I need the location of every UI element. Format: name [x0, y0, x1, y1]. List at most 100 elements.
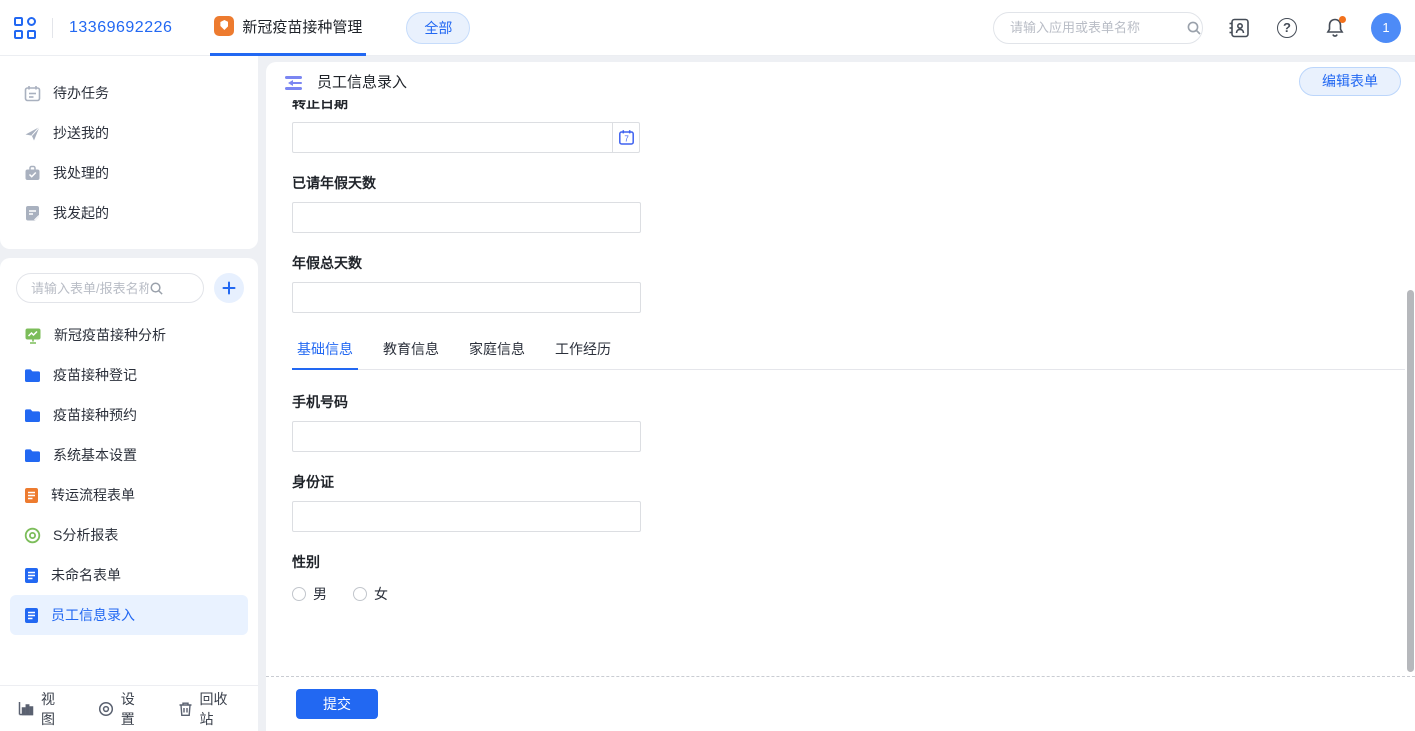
sidebar-item-system-settings[interactable]: 系统基本设置 [0, 435, 258, 475]
logo-square [14, 17, 23, 26]
leave-used-input[interactable] [292, 202, 641, 233]
folder-icon [24, 448, 41, 463]
footer-item-label: 回收站 [200, 689, 240, 729]
contacts-book-icon[interactable] [1227, 16, 1251, 40]
form-search-box[interactable] [16, 273, 204, 303]
global-search-input[interactable] [1010, 20, 1186, 35]
sidebar-search-row [0, 258, 258, 303]
folder-icon [24, 408, 41, 423]
form-search-input[interactable] [31, 281, 149, 296]
field-label: 已请年假天数 [292, 173, 641, 193]
app-window: 13369692226 新冠疫苗接种管理 全部 [0, 0, 1415, 731]
sidebar-item-initiated-by-me[interactable]: 我发起的 [0, 193, 258, 233]
radio-label: 女 [374, 584, 388, 604]
bar-chart-icon [18, 701, 34, 716]
submit-button[interactable]: 提交 [296, 689, 378, 719]
sidebar-item-label: 系统基本设置 [53, 445, 137, 465]
sidebar-item-label: 我发起的 [53, 203, 109, 223]
form-page-header: 员工信息录入 编辑表单 [266, 62, 1415, 100]
account-phone-number[interactable]: 13369692226 [69, 19, 172, 37]
gender-option-female[interactable]: 女 [353, 584, 388, 604]
shield-app-icon [214, 16, 234, 36]
notification-bell-icon[interactable] [1323, 16, 1347, 40]
confirm-date-input[interactable] [292, 122, 613, 153]
radio-label: 男 [313, 584, 327, 604]
sidebar-nav-list: 新冠疫苗接种分析 疫苗接种登记 疫苗接种预约 [0, 315, 258, 635]
sidebar-item-label: 员工信息录入 [51, 605, 135, 625]
recycle-bin-button[interactable]: 回收站 [178, 689, 240, 729]
sidebar-item-label: S分析报表 [53, 525, 118, 545]
main-content-card: 员工信息录入 编辑表单 转正日期 7 [266, 62, 1415, 731]
sidebar-item-label: 疫苗接种预约 [53, 405, 137, 425]
form-icon [24, 487, 39, 504]
user-avatar[interactable]: 1 [1371, 13, 1401, 43]
collapse-sidebar-icon[interactable] [285, 76, 302, 90]
footer-item-label: 视图 [41, 689, 68, 729]
radio-icon[interactable] [353, 587, 367, 601]
top-header-bar: 13369692226 新冠疫苗接种管理 全部 [0, 0, 1415, 56]
logo-square [14, 30, 23, 39]
app-grid-logo-icon[interactable] [14, 17, 36, 39]
field-gender: 性别 男 女 [292, 552, 641, 604]
settings-button[interactable]: 设置 [98, 689, 148, 729]
form-icon [24, 567, 39, 584]
sidebar-item-label: 未命名表单 [51, 565, 121, 585]
top-right-actions: ? 1 [993, 12, 1401, 44]
sidebar-item-employee-info-entry[interactable]: 员工信息录入 [10, 595, 248, 635]
sidebar-item-todo-tasks[interactable]: 待办任务 [0, 73, 258, 113]
briefcase-check-icon [24, 165, 41, 182]
sidebar-item-label: 新冠疫苗接种分析 [54, 325, 166, 345]
global-search-box[interactable] [993, 12, 1203, 44]
radio-icon[interactable] [292, 587, 306, 601]
id-card-input[interactable] [292, 501, 641, 532]
field-confirm-date: 转正日期 7 [292, 100, 641, 153]
views-button[interactable]: 视图 [18, 689, 68, 729]
sidebar-item-label: 待办任务 [53, 83, 109, 103]
date-picker-button[interactable]: 7 [612, 122, 640, 153]
page-title: 员工信息录入 [317, 71, 407, 92]
sidebar-footer: 视图 设置 回收站 [0, 685, 258, 731]
tab-family-info[interactable]: 家庭信息 [464, 339, 530, 369]
submit-bar: 提交 [266, 676, 1415, 731]
all-apps-button[interactable]: 全部 [406, 12, 470, 44]
sidebar-item-handled-by-me[interactable]: 我处理的 [0, 153, 258, 193]
settings-icon [98, 701, 114, 717]
sidebar-item-s-analysis-report[interactable]: S分析报表 [0, 515, 258, 555]
report-icon [24, 527, 41, 544]
sidebar-item-cc-to-me[interactable]: 抄送我的 [0, 113, 258, 153]
tab-work-experience[interactable]: 工作经历 [550, 339, 616, 369]
tab-app-vaccine-management[interactable]: 新冠疫苗接种管理 [210, 0, 366, 56]
document-edit-icon [24, 205, 41, 222]
field-leave-used: 已请年假天数 [292, 173, 641, 233]
form-icon [24, 607, 39, 624]
vertical-scrollbar-thumb[interactable] [1407, 290, 1414, 672]
sidebar-item-unnamed-form[interactable]: 未命名表单 [0, 555, 258, 595]
edit-form-button[interactable]: 编辑表单 [1299, 67, 1401, 96]
gender-option-male[interactable]: 男 [292, 584, 327, 604]
sidebar-tasks-panel: 待办任务 抄送我的 我处理的 [0, 56, 258, 249]
tab-education-info[interactable]: 教育信息 [378, 339, 444, 369]
divider [52, 18, 53, 38]
sidebar-forms-panel: 新冠疫苗接种分析 疫苗接种登记 疫苗接种预约 [0, 258, 258, 731]
form-section-tabs: 基础信息 教育信息 家庭信息 工作经历 [292, 339, 1405, 370]
tab-basic-info[interactable]: 基础信息 [292, 339, 358, 369]
sidebar-item-vaccine-analysis[interactable]: 新冠疫苗接种分析 [0, 315, 258, 355]
sidebar-item-vaccine-registration[interactable]: 疫苗接种登记 [0, 355, 258, 395]
help-icon[interactable]: ? [1275, 16, 1299, 40]
field-label: 身份证 [292, 472, 641, 492]
field-mobile-phone: 手机号码 [292, 392, 641, 452]
sidebar-item-vaccine-appointment[interactable]: 疫苗接种预约 [0, 395, 258, 435]
sidebar-item-label: 转运流程表单 [51, 485, 135, 505]
leave-total-input[interactable] [292, 282, 641, 313]
form-scroll-area: 转正日期 7 已请年假天数 [266, 100, 1415, 676]
logo-square [27, 30, 36, 39]
add-form-button[interactable] [214, 273, 244, 303]
field-label: 年假总天数 [292, 253, 641, 273]
sidebar-item-label: 我处理的 [53, 163, 109, 183]
field-label: 转正日期 [292, 100, 641, 113]
dashboard-icon [24, 327, 42, 344]
sidebar-item-transfer-flow-form[interactable]: 转运流程表单 [0, 475, 258, 515]
mobile-phone-input[interactable] [292, 421, 641, 452]
folder-icon [24, 368, 41, 383]
field-label: 手机号码 [292, 392, 641, 412]
